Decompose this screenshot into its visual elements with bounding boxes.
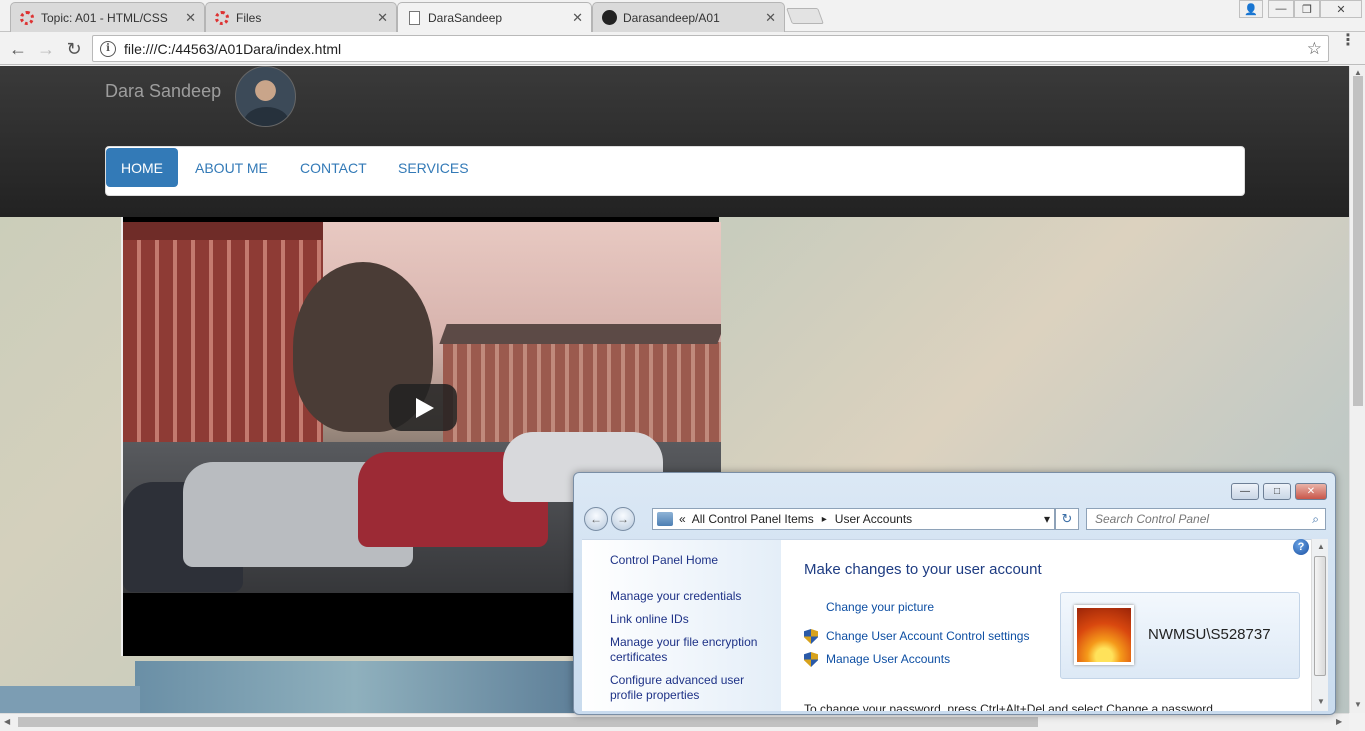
help-icon[interactable]: ?: [1293, 539, 1309, 555]
cp-refresh-icon[interactable]: ↻: [1055, 508, 1079, 530]
cp-back-button[interactable]: ←: [584, 507, 608, 531]
search-icon[interactable]: ⌕: [1312, 512, 1319, 527]
cp-address-bar[interactable]: « All Control Panel Items ▸ User Account…: [652, 508, 1055, 530]
tab-topic-a01[interactable]: Topic: A01 - HTML/CSS ✕: [10, 2, 205, 32]
tab-title: Darasandeep/A01: [623, 10, 720, 25]
link-manage-user-accounts[interactable]: Manage User Accounts: [826, 652, 950, 666]
tab-close-icon[interactable]: ✕: [765, 10, 776, 26]
profile-icon[interactable]: 👤: [1239, 0, 1263, 18]
cp-main-pane: Make changes to your user account Change…: [781, 539, 1311, 711]
page-vertical-scrollbar[interactable]: ▲ ▼: [1349, 66, 1365, 713]
link-file-encryption-certificates[interactable]: Manage your file encryption certificates: [610, 635, 770, 665]
uac-shield-icon: [804, 652, 818, 667]
new-tab-button[interactable]: [786, 8, 824, 24]
link-uac-settings[interactable]: Change User Account Control settings: [826, 629, 1029, 643]
link-control-panel-home[interactable]: Control Panel Home: [610, 553, 718, 568]
cp-forward-button[interactable]: →: [611, 507, 635, 531]
tab-title: Files: [236, 10, 262, 25]
cp-minimize-button[interactable]: —: [1231, 483, 1259, 500]
tab-title: DaraSandeep: [428, 10, 503, 25]
site-title[interactable]: Dara Sandeep: [105, 81, 221, 102]
cp-heading: Make changes to your user account: [804, 561, 1042, 578]
user-accounts-icon: [657, 512, 673, 526]
username: NWMSU\S528737: [1148, 626, 1271, 643]
reload-button[interactable]: ↻: [63, 38, 85, 60]
site-navbar: HOME ABOUT ME CONTACT SERVICES: [105, 146, 1245, 196]
password-hint: To change your password, press Ctrl+Alt+…: [804, 702, 1217, 711]
bookmark-star-icon[interactable]: ☆: [1307, 39, 1322, 59]
breadcrumb-user-accounts[interactable]: User Accounts: [835, 512, 912, 526]
tab-darasandeep[interactable]: DaraSandeep ✕: [397, 2, 592, 32]
close-window-button[interactable]: ✕: [1320, 0, 1362, 18]
page-horizontal-scrollbar[interactable]: ◀ ▶: [0, 713, 1349, 731]
uac-shield-icon: [804, 629, 818, 644]
nav-about-me[interactable]: ABOUT ME: [180, 148, 283, 187]
breadcrumb-separator-icon[interactable]: ▸: [822, 514, 827, 525]
tab-github-a01[interactable]: Darasandeep/A01 ✕: [592, 2, 785, 32]
tab-close-icon[interactable]: ✕: [572, 10, 583, 26]
loading-ring-icon: [214, 10, 230, 26]
tab-title: Topic: A01 - HTML/CSS: [41, 10, 168, 25]
github-icon: [601, 10, 617, 26]
scrollbar-thumb[interactable]: [1353, 76, 1363, 406]
site-header: Dara Sandeep HOME ABOUT ME CONTACT SERVI…: [0, 66, 1349, 217]
cp-maximize-button[interactable]: □: [1263, 483, 1291, 500]
tab-close-icon[interactable]: ✕: [185, 10, 196, 26]
link-advanced-profile-properties[interactable]: Configure advanced user profile properti…: [610, 673, 770, 703]
cp-navigation-row: ← → « All Control Panel Items ▸ User Acc…: [582, 507, 1327, 531]
profile-avatar: [235, 66, 296, 127]
cp-task-pane: Control Panel Home Manage your credentia…: [582, 539, 781, 711]
info-icon[interactable]: i: [100, 40, 116, 57]
url-text[interactable]: file:///C:/44563/A01Dara/index.html: [124, 41, 1307, 57]
link-online-ids[interactable]: Link online IDs: [610, 612, 689, 627]
background-decoration: [135, 661, 575, 713]
scrollbar-thumb[interactable]: [18, 717, 1038, 727]
play-icon[interactable]: [389, 384, 457, 431]
nav-contact[interactable]: CONTACT: [285, 148, 382, 187]
back-button[interactable]: ←: [7, 38, 29, 60]
address-bar[interactable]: i file:///C:/44563/A01Dara/index.html ☆: [92, 35, 1329, 62]
tab-strip: Topic: A01 - HTML/CSS ✕ Files ✕ DaraSand…: [0, 0, 1365, 32]
user-account-tile: NWMSU\S528737: [1060, 592, 1300, 679]
document-icon: [406, 10, 422, 26]
browser-toolbar: ← → ↻ i file:///C:/44563/A01Dara/index.h…: [0, 32, 1365, 65]
loading-ring-icon: [19, 10, 35, 26]
user-picture[interactable]: [1074, 605, 1134, 665]
browser-menu-icon[interactable]: ⋮: [1340, 33, 1356, 49]
address-dropdown-icon[interactable]: ▾: [1044, 512, 1050, 526]
cp-search-input[interactable]: Search Control Panel ⌕: [1086, 508, 1326, 530]
restore-button[interactable]: ❐: [1294, 0, 1320, 18]
breadcrumb-all-items[interactable]: All Control Panel Items: [692, 512, 814, 526]
cp-close-button[interactable]: ✕: [1295, 483, 1327, 500]
breadcrumb-prefix: «: [679, 512, 686, 526]
tab-files[interactable]: Files ✕: [205, 2, 397, 32]
link-manage-credentials[interactable]: Manage your credentials: [610, 589, 741, 604]
control-panel-window: — □ ✕ ← → « All Control Panel Items ▸ Us…: [573, 472, 1336, 715]
tab-close-icon[interactable]: ✕: [377, 10, 388, 26]
cp-vertical-scrollbar[interactable]: ▲ ▼: [1311, 539, 1328, 711]
minimize-button[interactable]: —: [1268, 0, 1294, 18]
search-placeholder: Search Control Panel: [1095, 512, 1210, 526]
background-decoration: [0, 686, 140, 713]
nav-services[interactable]: SERVICES: [383, 148, 484, 187]
link-change-picture[interactable]: Change your picture: [826, 600, 934, 614]
nav-home[interactable]: HOME: [106, 148, 178, 187]
scrollbar-thumb[interactable]: [1314, 556, 1326, 676]
forward-button[interactable]: →: [35, 38, 57, 60]
